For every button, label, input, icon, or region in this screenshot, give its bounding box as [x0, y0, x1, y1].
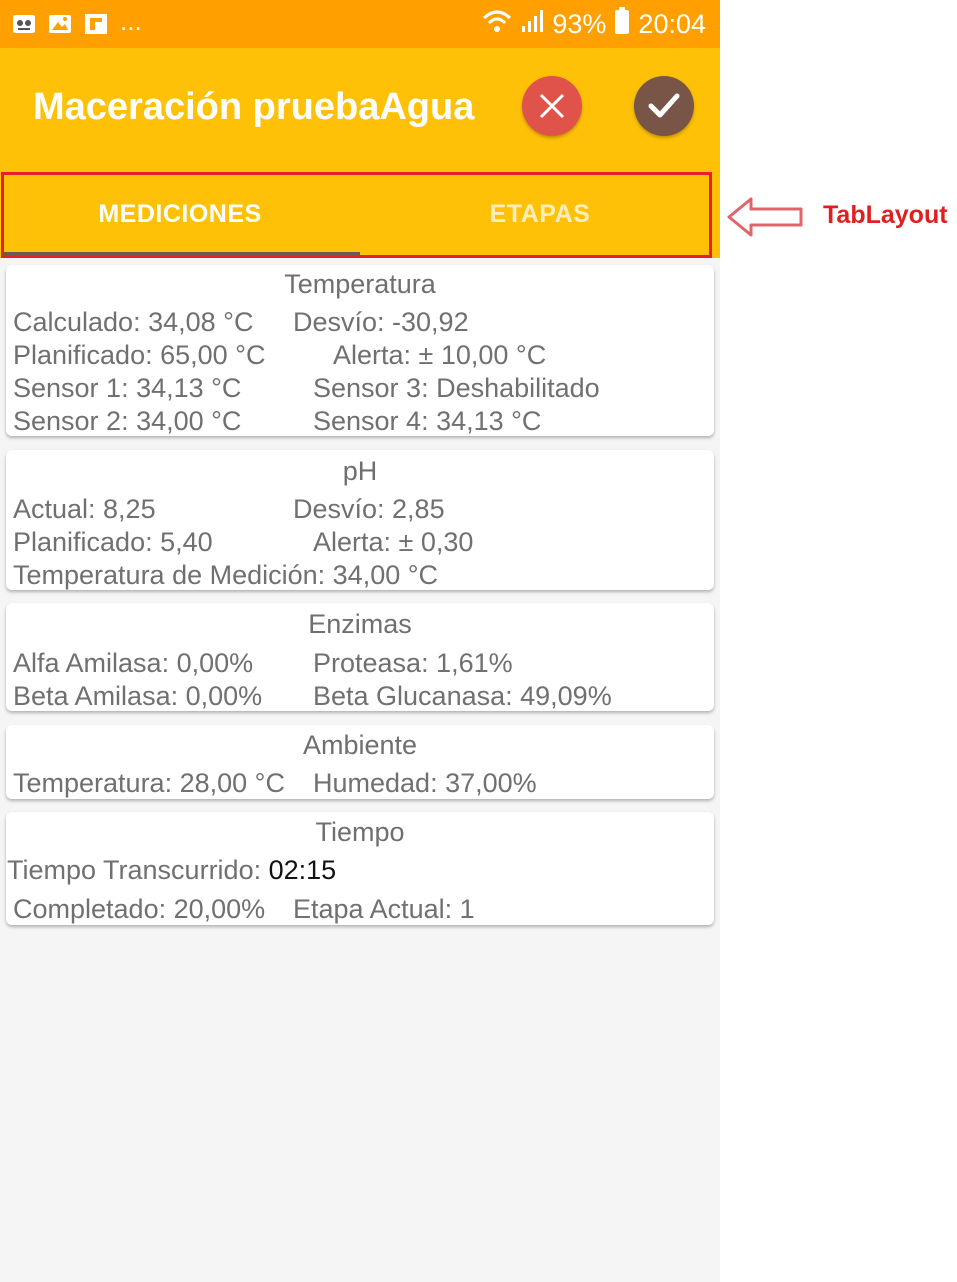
temp-sensor-3: Sensor 3: Deshabilitado: [313, 373, 600, 403]
battery-text: 93%: [552, 8, 607, 39]
tiempo-etapa-actual: Etapa Actual: 1: [293, 894, 475, 924]
enz-beta-glucanasa: Beta Glucanasa: 49,09%: [313, 681, 612, 711]
ph-planificado: Planificado: 5,40: [13, 527, 213, 557]
app-title: Maceración pruebaAgua: [33, 86, 475, 128]
card-tiempo: Tiempo Tiempo Transcurrido: 02:15 Comple…: [6, 812, 714, 925]
card-title: pH: [342, 456, 378, 486]
card-ph: pH Actual: 8,25 Desvío: 2,85 Planificado…: [6, 450, 714, 590]
signal-icon: [520, 8, 544, 41]
ph-alerta: Alerta: ± 0,30: [313, 527, 474, 557]
more-notifications: ...: [120, 6, 142, 36]
battery-icon: [614, 6, 630, 42]
tiempo-transcurrido: Tiempo Transcurrido: 02:15: [7, 855, 336, 886]
ph-temperatura-medicion: Temperatura de Medición: 34,00 °C: [13, 560, 439, 590]
tab-layout: MEDICIONES ETAPAS: [0, 170, 720, 258]
card-title: Ambiente: [302, 730, 418, 760]
tiempo-transcurrido-label: Tiempo Transcurrido:: [7, 855, 262, 885]
phone-screen: ... 93% 20:04 Maceración pruebaAgua MEDI…: [0, 0, 720, 1282]
temp-sensor-1: Sensor 1: 34,13 °C: [13, 373, 242, 403]
annotation-arrow-icon: [727, 196, 805, 243]
temp-calculado: Calculado: 34,08 °C: [13, 307, 254, 337]
amb-humedad: Humedad: 37,00%: [313, 768, 537, 798]
tab-mediciones[interactable]: MEDICIONES: [0, 170, 360, 258]
card-title: Temperatura: [284, 269, 436, 299]
temp-alerta: Alerta: ± 10,00 °C: [333, 340, 547, 370]
confirm-button[interactable]: [634, 76, 694, 136]
card-ambiente: Ambiente Temperatura: 28,00 °C Humedad: …: [6, 725, 714, 799]
ph-actual: Actual: 8,25: [13, 494, 156, 524]
temp-desvio: Desvío: -30,92: [293, 307, 469, 337]
tab-etapas[interactable]: ETAPAS: [360, 170, 720, 258]
tiempo-transcurrido-value: 02:15: [268, 855, 337, 885]
wifi-icon: [482, 8, 512, 41]
cancel-button[interactable]: [522, 76, 582, 136]
enz-beta-amilasa: Beta Amilasa: 0,00%: [13, 681, 263, 711]
card-temperatura: Temperatura Calculado: 34,08 °C Desvío: …: [6, 265, 714, 436]
close-icon: [539, 93, 565, 119]
app-icon: [12, 13, 36, 35]
temp-sensor-4: Sensor 4: 34,13 °C: [313, 406, 542, 436]
ph-desvio: Desvío: 2,85: [293, 494, 445, 524]
card-enzimas: Enzimas Alfa Amilasa: 0,00% Proteasa: 1,…: [6, 603, 714, 711]
card-title: Enzimas: [308, 609, 412, 639]
app-bar: Maceración pruebaAgua: [0, 48, 720, 170]
temp-planificado: Planificado: 65,00 °C: [13, 340, 266, 370]
gallery-icon: [48, 13, 72, 35]
status-bar: ... 93% 20:04: [0, 0, 720, 48]
clock: 20:04: [638, 8, 706, 39]
flipboard-icon: [84, 13, 108, 35]
tab-indicator: [4, 252, 360, 257]
amb-temperatura: Temperatura: 28,00 °C: [13, 768, 285, 798]
enz-proteasa: Proteasa: 1,61%: [313, 648, 513, 678]
annotation-label: TabLayout: [823, 201, 948, 229]
card-title: Tiempo: [315, 817, 405, 847]
tiempo-completado: Completado: 20,00%: [13, 894, 266, 924]
enz-alfa-amilasa: Alfa Amilasa: 0,00%: [13, 648, 254, 678]
check-icon: [648, 93, 680, 118]
temp-sensor-2: Sensor 2: 34,00 °C: [13, 406, 242, 436]
